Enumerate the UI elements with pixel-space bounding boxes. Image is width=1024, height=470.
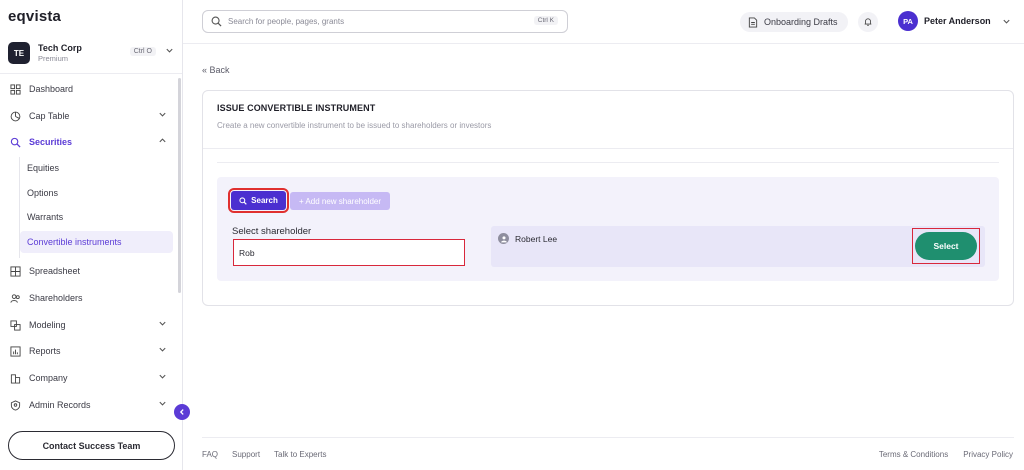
sidebar-item-admin-records[interactable]: Admin Records [8,393,173,417]
contact-success-team-button[interactable]: Contact Success Team [8,431,175,460]
top-bar: Ctrl K Onboarding Drafts PA Peter Anders… [183,0,1024,44]
sidebar-item-label: Reports [29,346,61,356]
issue-convertible-card: ISSUE CONVERTIBLE INSTRUMENT Create a ne… [202,90,1014,306]
page-subtitle: Create a new convertible instrument to b… [217,121,492,130]
search-button[interactable]: Search [228,188,289,213]
shareholder-search-panel: Search + Add new shareholder Select shar… [217,177,999,281]
sidebar-item-modeling[interactable]: Modeling [8,313,173,337]
sidebar-subitem-convertible-instruments[interactable]: Convertible instruments [20,231,173,253]
onboarding-drafts-button[interactable]: Onboarding Drafts [740,12,848,32]
chevron-down-icon [158,319,167,330]
sidebar-item-label: Company [29,373,68,383]
sidebar-item-cap-table[interactable]: Cap Table [8,104,173,128]
chevron-down-icon [158,110,167,121]
footer-link-privacy[interactable]: Privacy Policy [963,450,1013,459]
search-shortcut: Ctrl K [533,16,558,25]
eqvista-logo[interactable]: eqvista [8,8,61,25]
document-icon [748,16,758,28]
sidebar-item-shareholders[interactable]: Shareholders [8,286,173,310]
shareholder-field[interactable] [233,239,465,266]
chevron-left-icon [178,408,186,416]
collapse-sidebar-button[interactable] [174,404,190,420]
sidebar-item-spreadsheet[interactable]: Spreadsheet [8,259,173,283]
sidebar-item-label: Shareholders [29,293,83,303]
sidebar-divider [0,73,182,74]
select-button[interactable]: Select [915,232,977,260]
search-icon [239,196,247,205]
company-name: Tech Corp [38,43,82,53]
shareholder-result-name: Robert Lee [515,234,558,244]
chevron-down-icon [165,46,174,57]
dashboard-icon [8,82,22,96]
card-inner-divider [217,162,999,163]
sidebar-item-reports[interactable]: Reports [8,339,173,363]
company-avatar: TE [8,42,30,64]
footer-links-left: FAQ Support Talk to Experts [202,450,327,459]
company-icon [8,371,22,385]
chevron-down-icon [158,345,167,356]
search-input[interactable] [228,17,518,26]
sidebar-item-label: Cap Table [29,111,70,121]
select-shareholder-label: Select shareholder [232,226,312,237]
footer-link-talk-to-experts[interactable]: Talk to Experts [274,450,326,459]
sidebar-subitem-equities[interactable]: Equities [20,157,173,179]
user-avatar: PA [898,11,918,31]
bell-icon [863,17,873,27]
user-menu[interactable]: PA Peter Anderson [898,11,1011,31]
card-divider [203,148,1013,149]
company-shortcut: Ctrl O [129,47,156,56]
company-plan: Premium [38,54,69,63]
footer-divider [202,437,1014,438]
sidebar-item-label: Dashboard [29,84,74,94]
footer-link-support[interactable]: Support [232,450,260,459]
spreadsheet-icon [8,264,22,278]
sidebar-item-securities[interactable]: Securities [8,130,173,154]
user-avatar-icon [498,233,509,244]
user-name: Peter Anderson [924,16,991,26]
shareholder-search-input[interactable] [239,247,459,258]
add-new-shareholder-button[interactable]: + Add new shareholder [290,192,390,210]
chevron-down-icon [1002,17,1011,26]
pie-chart-icon [8,109,22,123]
admin-records-icon [8,398,22,412]
sidebar-scrollbar[interactable] [178,78,181,293]
global-search[interactable]: Ctrl K [202,10,568,33]
sidebar: eqvista TE Tech Corp Premium Ctrl O Dash… [0,0,183,470]
modeling-icon [8,318,22,332]
back-link[interactable]: « Back [202,65,230,75]
footer-link-terms[interactable]: Terms & Conditions [879,450,948,459]
sidebar-subitem-options[interactable]: Options [20,182,173,204]
reports-icon [8,344,22,358]
footer-links-right: Terms & Conditions Privacy Policy [879,450,1013,459]
sidebar-item-label: Spreadsheet [29,266,81,276]
shareholder-result-row[interactable]: Robert Lee Select [491,226,985,267]
page-title: ISSUE CONVERTIBLE INSTRUMENT [217,103,376,113]
notifications-button[interactable] [858,12,878,32]
sidebar-item-company[interactable]: Company [8,366,173,390]
sidebar-item-label: Modeling [29,320,66,330]
securities-icon [8,135,22,149]
sidebar-item-label: Admin Records [29,400,91,410]
search-icon [211,16,222,27]
chevron-down-icon [158,372,167,383]
footer-link-faq[interactable]: FAQ [202,450,218,459]
users-icon [8,291,22,305]
company-switcher[interactable]: TE Tech Corp Premium Ctrl O [8,41,178,65]
sidebar-item-dashboard[interactable]: Dashboard [8,77,173,101]
chevron-down-icon [158,399,167,410]
chevron-up-icon [158,136,167,147]
onboarding-drafts-label: Onboarding Drafts [764,17,838,27]
sidebar-item-label: Securities [29,137,73,147]
select-button-highlight: Select [912,228,980,264]
search-button-label: Search [251,196,278,205]
sidebar-subitem-warrants[interactable]: Warrants [20,206,173,228]
